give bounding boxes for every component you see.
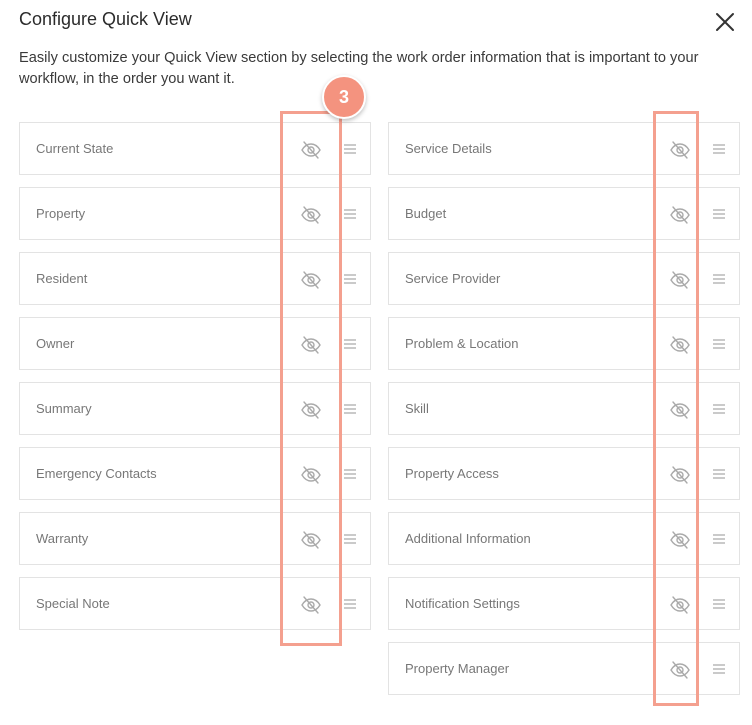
item-label: Problem & Location — [405, 336, 519, 351]
drag-handle-icon[interactable] — [712, 662, 726, 676]
drag-handle-icon[interactable] — [343, 467, 357, 481]
item-label: Skill — [405, 401, 429, 416]
eye-slash-icon[interactable] — [300, 140, 322, 160]
configure-quick-view-dialog: Configure Quick View Easily customize yo… — [0, 0, 752, 725]
eye-slash-icon[interactable] — [300, 400, 322, 420]
quick-view-item[interactable]: Warranty — [19, 512, 371, 565]
drag-handle-icon[interactable] — [343, 337, 357, 351]
quick-view-item[interactable]: Resident — [19, 252, 371, 305]
step-badge: 3 — [322, 75, 366, 119]
quick-view-item[interactable]: Additional Information — [388, 512, 740, 565]
quick-view-item[interactable]: Property Manager — [388, 642, 740, 695]
quick-view-item[interactable]: Summary — [19, 382, 371, 435]
quick-view-item[interactable]: Problem & Location — [388, 317, 740, 370]
quick-view-item[interactable]: Property Access — [388, 447, 740, 500]
drag-handle-icon[interactable] — [712, 142, 726, 156]
drag-handle-icon[interactable] — [343, 532, 357, 546]
item-label: Summary — [36, 401, 92, 416]
left-column: Current State Property Resident Owner Summar… — [19, 122, 371, 642]
item-label: Additional Information — [405, 531, 531, 546]
quick-view-item[interactable]: Current State — [19, 122, 371, 175]
eye-slash-icon[interactable] — [300, 335, 322, 355]
eye-slash-icon[interactable] — [300, 595, 322, 615]
item-label: Warranty — [36, 531, 89, 546]
eye-slash-icon[interactable] — [669, 205, 691, 225]
quick-view-item[interactable]: Emergency Contacts — [19, 447, 371, 500]
item-label: Property Manager — [405, 661, 510, 676]
drag-handle-icon[interactable] — [343, 142, 357, 156]
drag-handle-icon[interactable] — [712, 532, 726, 546]
item-label: Notification Settings — [405, 596, 520, 611]
item-label: Resident — [36, 271, 88, 286]
quick-view-item[interactable]: Notification Settings — [388, 577, 740, 630]
drag-handle-icon[interactable] — [712, 402, 726, 416]
right-column: Service Details Budget Service Provider Pro… — [388, 122, 740, 707]
quick-view-item[interactable]: Property — [19, 187, 371, 240]
eye-slash-icon[interactable] — [669, 465, 691, 485]
eye-slash-icon[interactable] — [300, 530, 322, 550]
dialog-description: Easily customize your Quick View section… — [19, 50, 699, 87]
eye-slash-icon[interactable] — [300, 205, 322, 225]
eye-slash-icon[interactable] — [300, 270, 322, 290]
drag-handle-icon[interactable] — [343, 402, 357, 416]
eye-slash-icon[interactable] — [300, 465, 322, 485]
drag-handle-icon[interactable] — [712, 467, 726, 481]
item-label: Current State — [36, 141, 114, 156]
drag-handle-icon[interactable] — [343, 207, 357, 221]
item-label: Budget — [405, 206, 447, 221]
quick-view-item[interactable]: Budget — [388, 187, 740, 240]
eye-slash-icon[interactable] — [669, 660, 691, 680]
drag-handle-icon[interactable] — [712, 207, 726, 221]
eye-slash-icon[interactable] — [669, 400, 691, 420]
item-label: Service Provider — [405, 271, 501, 286]
item-label: Property Access — [405, 466, 499, 481]
close-icon[interactable] — [713, 10, 737, 34]
eye-slash-icon[interactable] — [669, 595, 691, 615]
drag-handle-icon[interactable] — [712, 272, 726, 286]
item-label: Service Details — [405, 141, 492, 156]
item-label: Special Note — [36, 596, 110, 611]
item-label: Owner — [36, 336, 75, 351]
item-label: Property — [36, 206, 86, 221]
eye-slash-icon[interactable] — [669, 530, 691, 550]
drag-handle-icon[interactable] — [343, 272, 357, 286]
quick-view-item[interactable]: Owner — [19, 317, 371, 370]
eye-slash-icon[interactable] — [669, 270, 691, 290]
drag-handle-icon[interactable] — [712, 597, 726, 611]
quick-view-item[interactable]: Skill — [388, 382, 740, 435]
drag-handle-icon[interactable] — [343, 597, 357, 611]
drag-handle-icon[interactable] — [712, 337, 726, 351]
quick-view-item[interactable]: Service Details — [388, 122, 740, 175]
eye-slash-icon[interactable] — [669, 335, 691, 355]
eye-slash-icon[interactable] — [669, 140, 691, 160]
quick-view-item[interactable]: Special Note — [19, 577, 371, 630]
item-label: Emergency Contacts — [36, 466, 157, 481]
dialog-title: Configure Quick View — [19, 9, 192, 29]
quick-view-item[interactable]: Service Provider — [388, 252, 740, 305]
